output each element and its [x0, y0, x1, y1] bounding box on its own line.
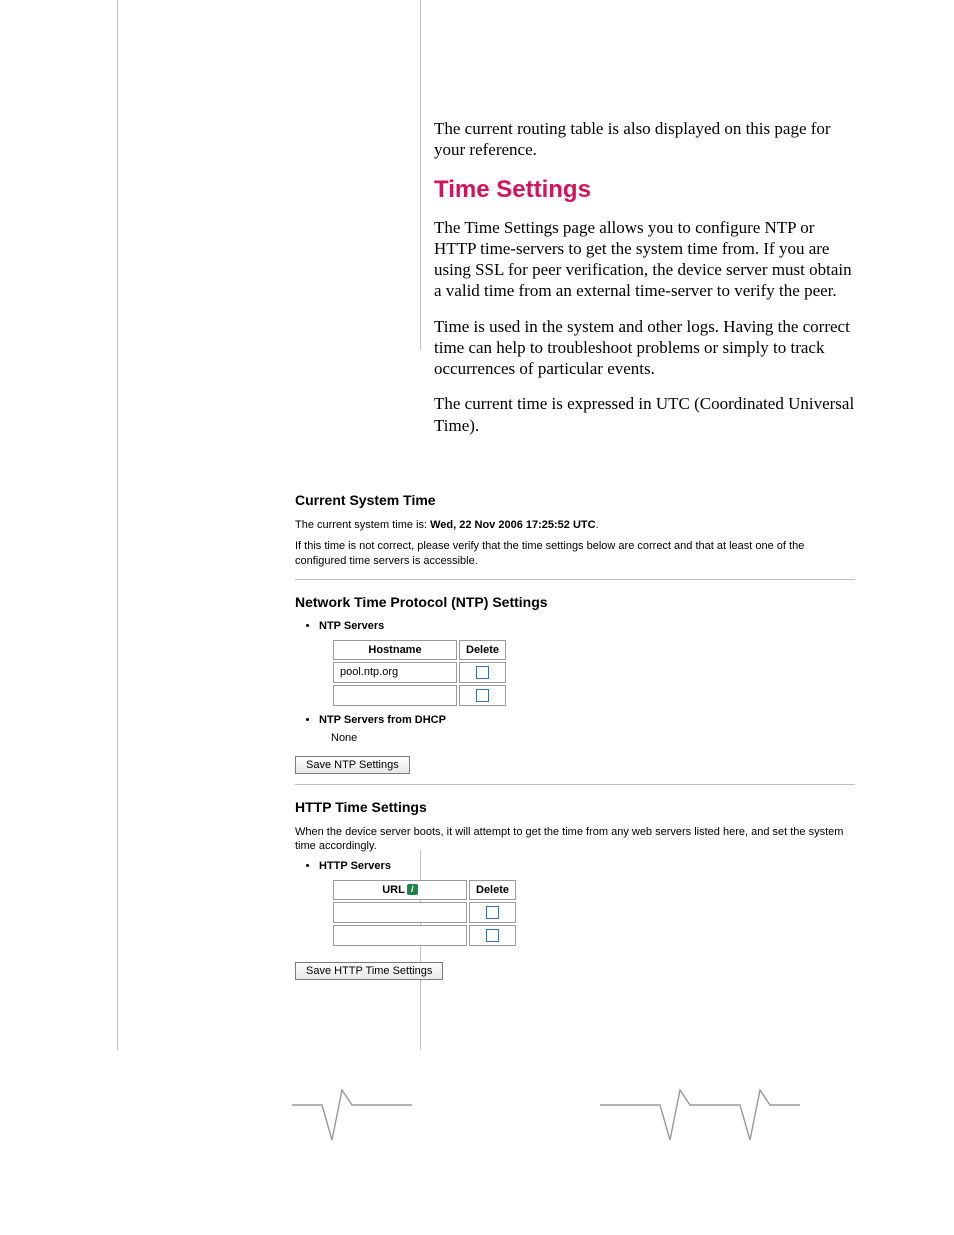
info-icon[interactable]: i [407, 884, 418, 895]
save-http-time-settings-button[interactable]: Save HTTP Time Settings [295, 962, 443, 980]
http-time-note: When the device server boots, it will at… [295, 825, 855, 855]
table-row [333, 662, 506, 683]
ntp-delete-checkbox[interactable] [476, 666, 489, 679]
time-settings-para-1: The Time Settings page allows you to con… [434, 217, 859, 302]
current-time-suffix: . [596, 519, 599, 531]
divider [295, 784, 855, 785]
section-heading-time-settings: Time Settings [434, 175, 859, 205]
torn-edge-icon [600, 1085, 800, 1145]
save-ntp-settings-button[interactable]: Save NTP Settings [295, 756, 410, 774]
http-col-url-text: URL [382, 884, 405, 896]
ntp-col-delete: Delete [459, 640, 506, 660]
ntp-hostname-input[interactable] [340, 689, 444, 701]
current-time-prefix: The current system time is: [295, 519, 430, 531]
table-header-row: URLi Delete [333, 880, 516, 900]
column-divider-top [420, 0, 421, 350]
ntp-delete-checkbox[interactable] [476, 689, 489, 702]
http-servers-table: URLi Delete [331, 878, 518, 948]
current-system-time-line: The current system time is: Wed, 22 Nov … [295, 518, 855, 533]
table-header-row: Hostname Delete [333, 640, 506, 660]
table-row [333, 925, 516, 946]
current-time-value: Wed, 22 Nov 2006 17:25:52 UTC [430, 519, 595, 531]
ntp-col-hostname: Hostname [333, 640, 457, 660]
table-row [333, 902, 516, 923]
time-settings-para-2: Time is used in the system and other log… [434, 316, 859, 380]
ntp-servers-table: Hostname Delete [331, 638, 508, 708]
ntp-dhcp-value: None [331, 732, 855, 744]
http-col-url: URLi [333, 880, 467, 900]
http-url-input[interactable] [340, 907, 460, 919]
http-col-delete: Delete [469, 880, 516, 900]
torn-edge-icon [292, 1085, 412, 1145]
ntp-dhcp-label: NTP Servers from DHCP [319, 714, 855, 726]
http-delete-checkbox[interactable] [486, 929, 499, 942]
http-time-settings-heading: HTTP Time Settings [295, 799, 855, 815]
http-url-input[interactable] [340, 930, 460, 942]
table-row [333, 685, 506, 706]
time-settings-para-3: The current time is expressed in UTC (Co… [434, 393, 859, 436]
current-time-note: If this time is not correct, please veri… [295, 539, 855, 569]
http-servers-label: HTTP Servers [319, 860, 855, 872]
current-system-time-heading: Current System Time [295, 492, 855, 508]
ntp-servers-label: NTP Servers [319, 620, 855, 632]
divider [295, 579, 855, 580]
ntp-settings-heading: Network Time Protocol (NTP) Settings [295, 594, 855, 610]
sidebar-rule [117, 0, 118, 1050]
ntp-hostname-input[interactable] [340, 666, 444, 678]
http-delete-checkbox[interactable] [486, 906, 499, 919]
routing-note: The current routing table is also displa… [434, 118, 859, 161]
